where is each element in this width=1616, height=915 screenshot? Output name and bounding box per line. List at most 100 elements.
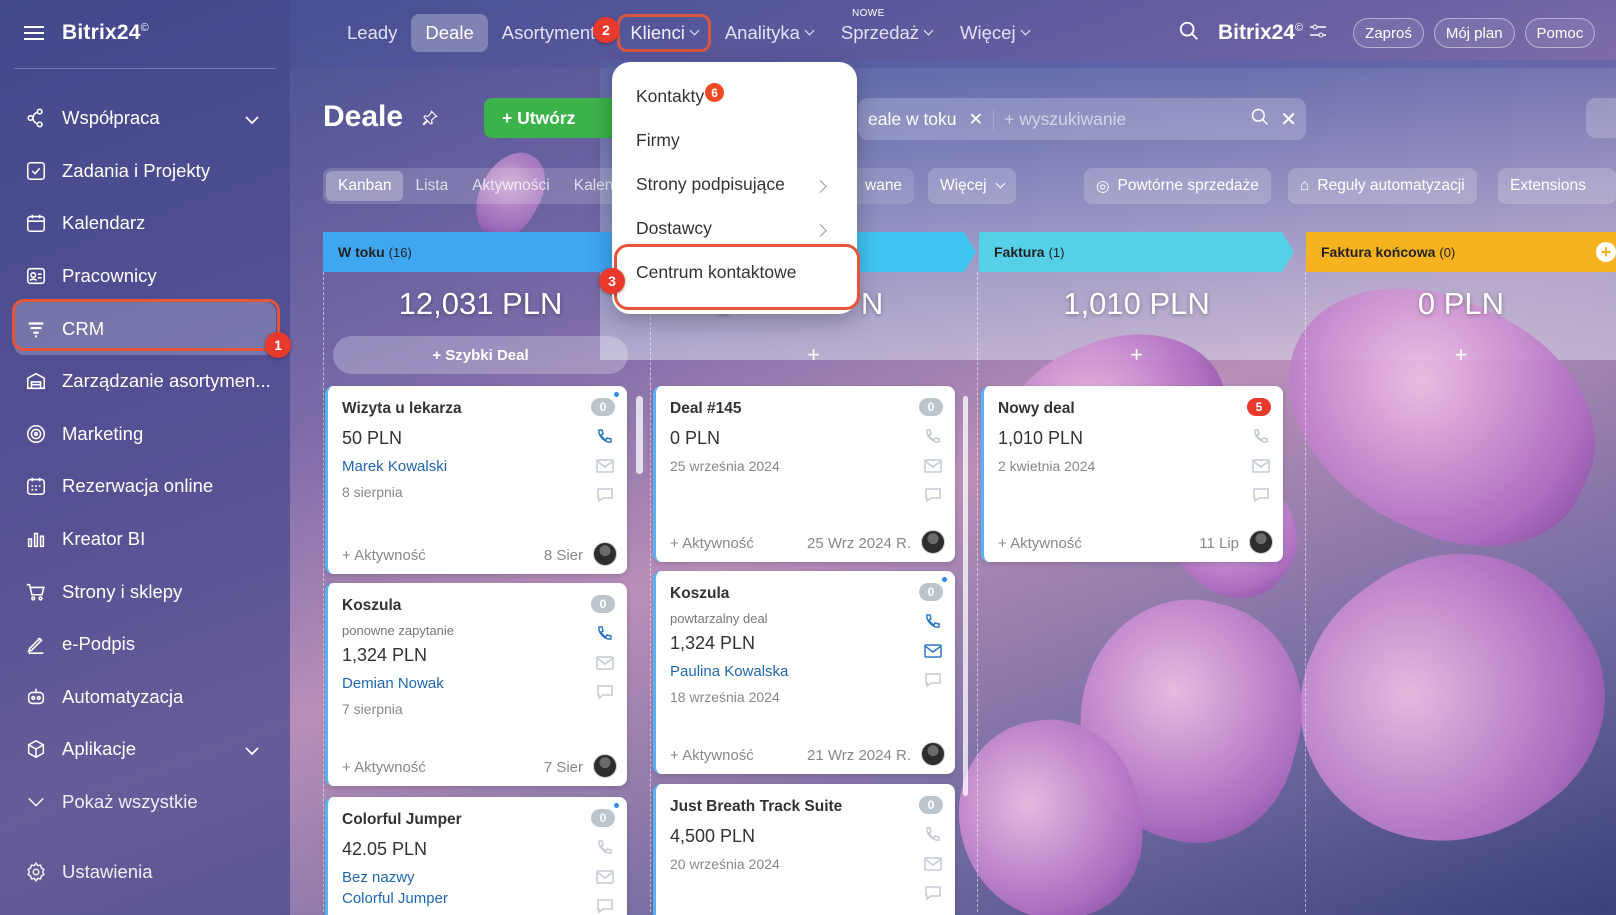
deal-title[interactable]: Koszula [670,585,729,603]
phone-icon[interactable] [923,613,943,631]
chat-icon[interactable] [595,683,615,701]
add-activity-button[interactable]: + Aktywność [670,747,754,764]
mail-icon[interactable] [923,855,943,873]
extensions-button[interactable]: Extensions [1498,168,1616,204]
mail-icon[interactable] [1251,457,1271,475]
deal-card[interactable]: Deal #145 0 0 PLN 25 września 2024 + Akt… [653,386,955,562]
avatar[interactable] [593,754,617,778]
mail-icon[interactable] [595,868,615,886]
tab-klienci[interactable]: Klienci [617,14,711,52]
tab-kanban[interactable]: Kanban [326,171,404,201]
add-deal-button[interactable]: + [1316,336,1606,374]
tab-deale[interactable]: Deale [411,14,488,52]
menu-item-dostawcy[interactable]: Dostawcy [636,218,836,239]
close-icon[interactable]: ✕ [969,109,984,130]
contact-link[interactable]: Bez nazwy [342,869,415,886]
filter-search-bar[interactable]: eale w toku ✕ ✕ [858,98,1306,140]
column-header[interactable]: W toku (16) [323,232,638,272]
menu-item-kontakty[interactable]: Kontakty 6 [636,83,725,107]
sidebar-item-zadania[interactable]: Zadania i Projekty [0,145,290,198]
tab-sprzedaz[interactable]: Sprzedaż [827,14,946,52]
automation-rules-button[interactable]: ⌂ Reguły automatyzacji [1288,168,1477,204]
help-button[interactable]: Pomoc [1524,18,1596,48]
search-input[interactable] [1004,108,1245,130]
chat-icon[interactable] [923,671,943,689]
deal-title[interactable]: Deal #145 [670,400,742,418]
deal-title[interactable]: Wizyta u lekarza [342,400,462,418]
sidebar-item-automatyzacja[interactable]: Automatyzacja [0,671,290,724]
avatar[interactable] [921,742,945,766]
search-icon[interactable] [1250,107,1270,132]
avatar[interactable] [593,542,617,566]
add-activity-button[interactable]: + Aktywność [670,535,754,552]
sidebar-item-rezerwacja[interactable]: Rezerwacja online [0,460,290,513]
add-activity-button[interactable]: + Aktywność [342,759,426,776]
phone-icon[interactable] [923,826,943,844]
sidebar-item-zarzadzanie-asortymentem[interactable]: Zarządzanie asortymen... [0,355,290,408]
deal-card[interactable]: Nowy deal 5 1,010 PLN 2 kwietnia 2024 + … [981,386,1283,562]
contact-link[interactable]: Demian Nowak [342,675,444,692]
sidebar-item-kalendarz[interactable]: Kalendarz [0,197,290,250]
deal-card[interactable]: Just Breath Track Suite 0 4,500 PLN 20 w… [653,784,955,915]
deal-card[interactable]: Koszula 0 powtarzalny deal 1,324 PLN Pau… [653,571,955,774]
contact-link[interactable]: Marek Kowalski [342,458,447,475]
sidebar-item-marketing[interactable]: Marketing [0,408,290,461]
chat-icon[interactable] [595,897,615,915]
add-activity-button[interactable]: + Aktywność [998,535,1082,552]
sidebar-item-strony-sklepy[interactable]: Strony i sklepy [0,565,290,618]
tab-asortyment[interactable]: Asortyment [488,14,610,52]
chat-icon[interactable] [595,486,615,504]
chat-icon[interactable] [1251,486,1271,504]
product-link[interactable]: Colorful Jumper [342,890,448,907]
show-all-link[interactable]: Pokaż wszystkie [0,776,290,829]
sidebar-item-pracownicy[interactable]: Pracownicy [0,250,290,303]
avatar[interactable] [921,530,945,554]
mail-icon[interactable] [595,654,615,672]
tab-wiecej[interactable]: Więcej [946,14,1043,52]
phone-icon[interactable] [923,428,943,446]
filter-chip[interactable]: eale w toku ✕ [868,108,995,130]
deal-card[interactable]: Colorful Jumper 0 42.05 PLN Bez nazwy Co… [325,797,627,915]
more-button[interactable]: Więcej [928,168,1016,204]
mail-icon[interactable] [595,457,615,475]
deal-title[interactable]: Nowy deal [998,400,1075,418]
pin-icon[interactable] [421,101,439,135]
tab-aktywnosci[interactable]: Aktywności [460,171,562,201]
phone-icon[interactable] [595,428,615,446]
column-scrollbar[interactable] [963,396,968,796]
sidebar-item-e-podpis[interactable]: e-Podpis [0,618,290,671]
my-plan-button[interactable]: Mój plan [1433,18,1515,48]
deal-title[interactable]: Just Breath Track Suite [670,798,842,816]
sidebar-item-aplikacje[interactable]: Aplikacje [0,723,290,776]
sidebar-item-kreator-bi[interactable]: Kreator BI [0,513,290,566]
add-stage-icon[interactable]: + [1596,242,1616,262]
avatar[interactable] [1249,530,1273,554]
quick-deal-button[interactable]: + Szybki Deal [333,336,628,374]
phone-icon[interactable] [1251,428,1271,446]
brand-logo[interactable]: Bitrix24© [1218,21,1303,45]
chat-icon[interactable] [923,884,943,902]
menu-item-firmy[interactable]: Firmy [636,130,680,151]
sidebar-item-ustawienia[interactable]: Ustawienia [0,846,290,899]
contact-link[interactable]: Paulina Kowalska [670,663,788,680]
column-header[interactable]: Faktura (1) [979,232,1294,272]
invite-button[interactable]: Zaproś [1353,18,1424,48]
phone-icon[interactable] [595,839,615,857]
create-button[interactable]: + Utwórz [484,98,632,138]
deal-card[interactable]: Wizyta u lekarza 0 50 PLN Marek Kowalski… [325,386,627,574]
deal-card[interactable]: Koszula 0 ponowne zapytanie 1,324 PLN De… [325,583,627,786]
chat-icon[interactable] [923,486,943,504]
search-icon[interactable] [1178,20,1200,47]
phone-icon[interactable] [595,625,615,643]
add-activity-button[interactable]: + Aktywność [342,547,426,564]
mail-icon[interactable] [923,457,943,475]
sliders-icon[interactable] [1309,23,1327,44]
mail-icon[interactable] [923,642,943,660]
repeat-sales-button[interactable]: ◎ Powtórne sprzedaże [1084,168,1271,204]
sidebar-item-wspolpraca[interactable]: Współpraca [0,92,290,145]
settings-button[interactable] [1586,98,1616,138]
logo[interactable]: Bitrix24© [62,21,149,45]
menu-item-strony-podpisujace[interactable]: Strony podpisujące [636,174,836,195]
close-icon[interactable]: ✕ [1280,107,1297,132]
tab-leady[interactable]: Leady [333,14,411,52]
